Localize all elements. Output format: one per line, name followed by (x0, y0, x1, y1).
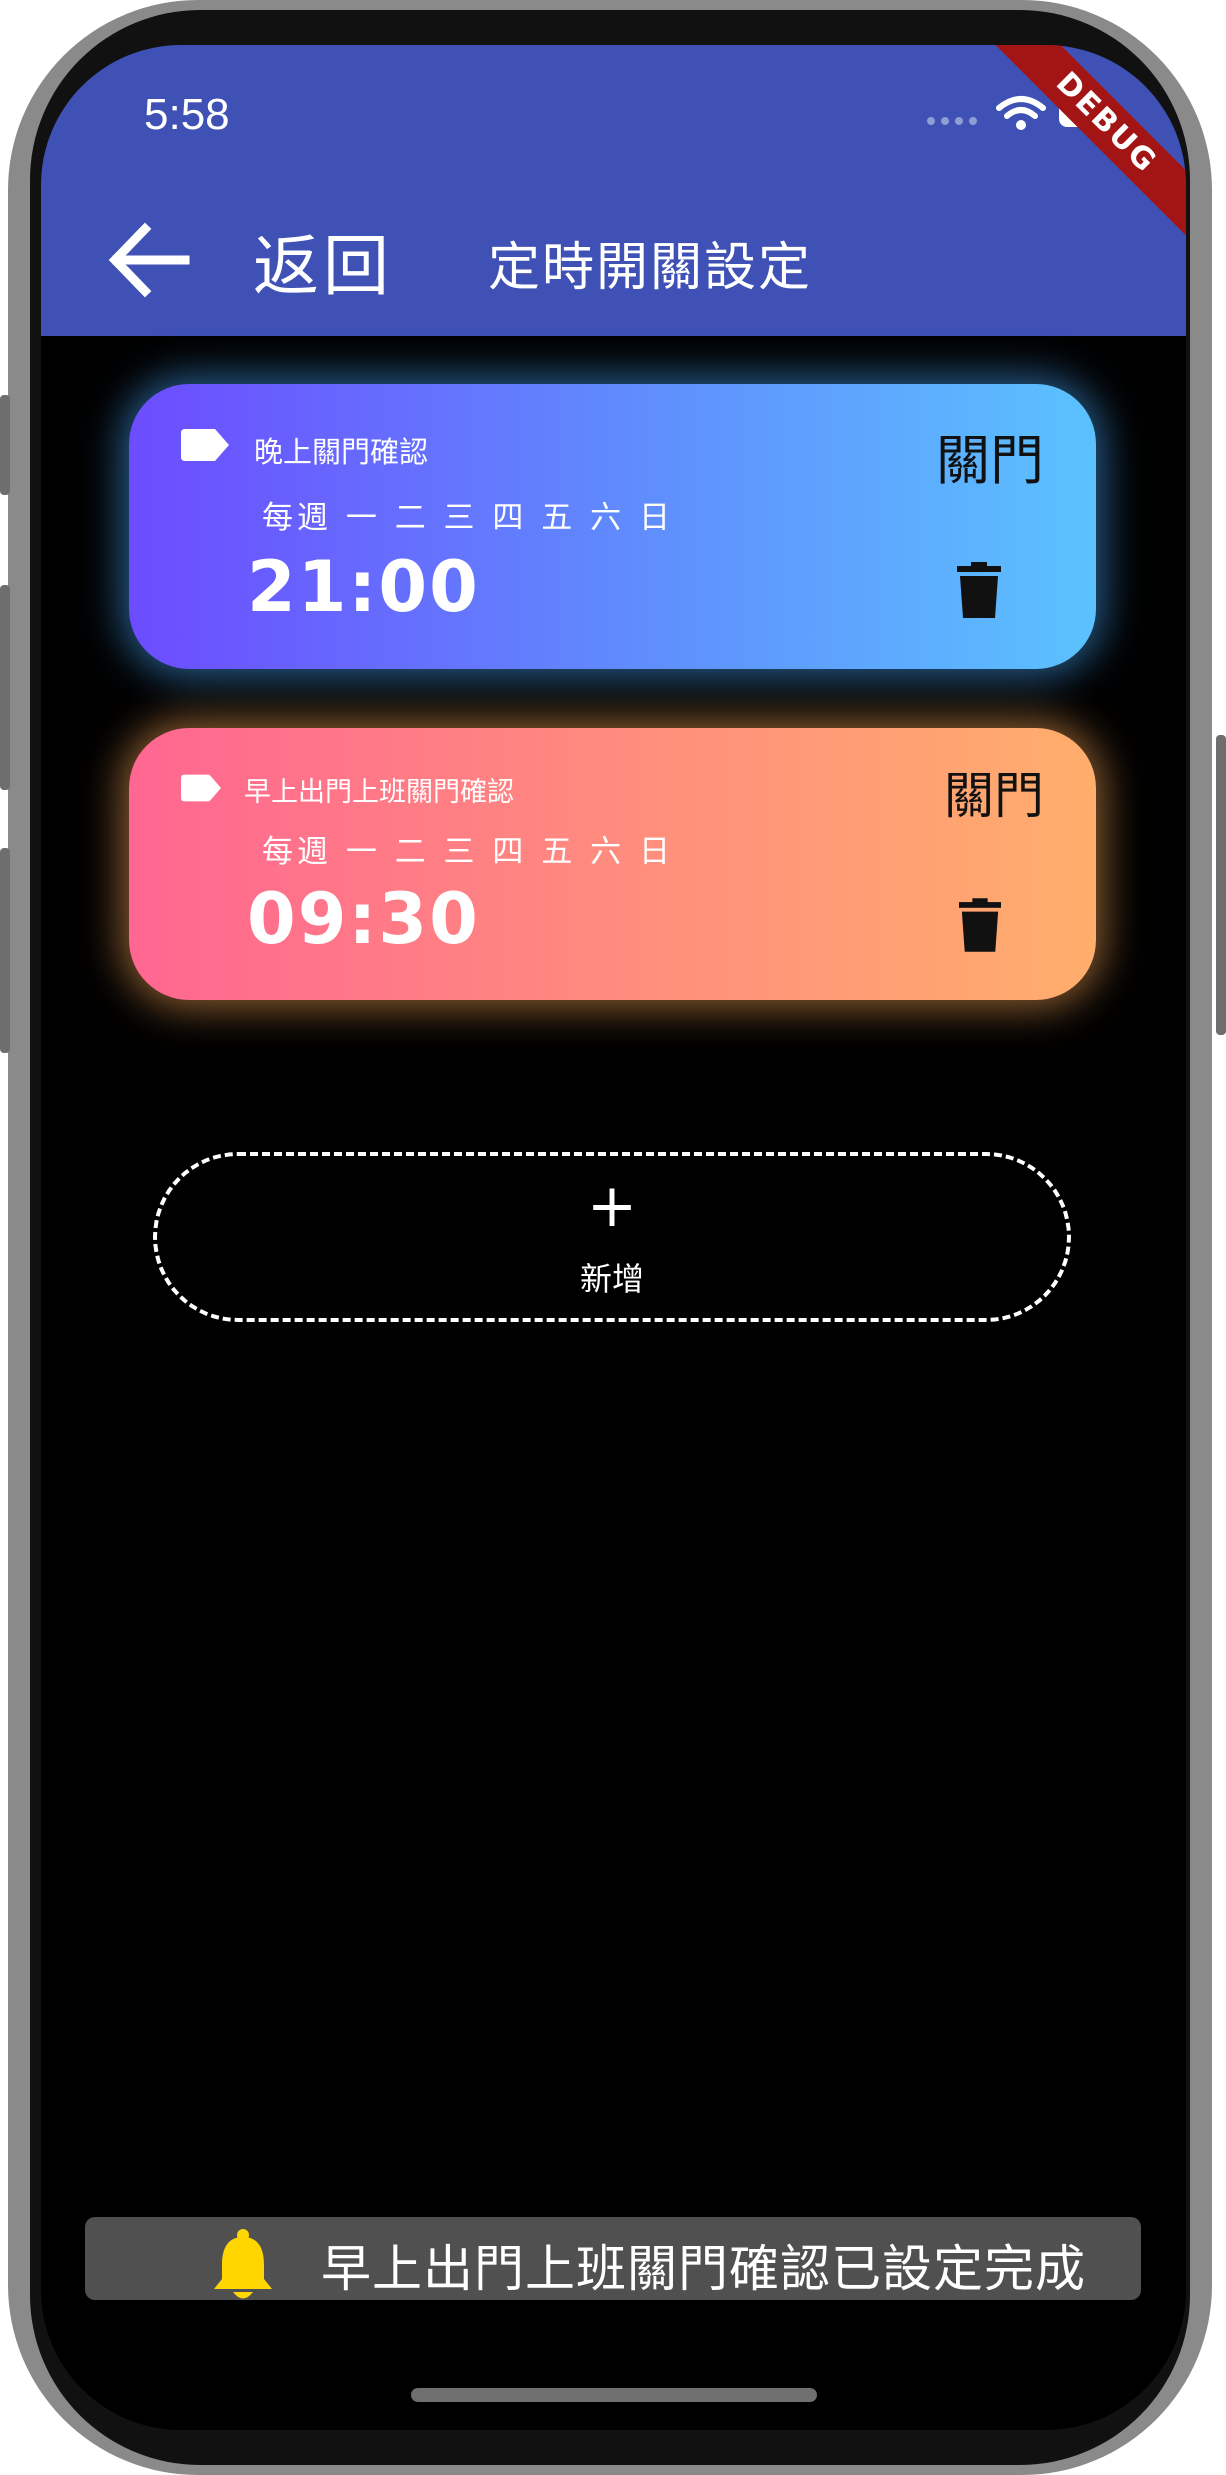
app-bar: 5:58 DEBUG 返回 定時開關設定 (41, 45, 1186, 336)
back-button[interactable]: 返回 (253, 213, 393, 309)
home-indicator[interactable] (411, 2388, 817, 2402)
schedule-time: 09:30 (247, 878, 480, 960)
phone-screen: 5:58 DEBUG 返回 定時開關設定 晚上關門確認 關門 每週 一 二 三 … (41, 45, 1186, 2430)
snackbar-message: 早上出門上班關門確認已設定完成 (321, 2240, 1086, 2298)
status-time: 5:58 (144, 90, 230, 139)
mute-switch (0, 395, 10, 495)
page-title: 定時開關設定 (488, 238, 813, 298)
signal-icon (927, 117, 977, 125)
add-schedule-button[interactable]: + 新增 (153, 1152, 1071, 1322)
label-tag-icon (181, 774, 221, 802)
plus-icon: + (586, 1171, 638, 1241)
delete-trash-icon[interactable] (957, 562, 1001, 618)
snackbar: 早上出門上班關門確認已設定完成 (85, 2217, 1141, 2300)
volume-down-button (0, 848, 10, 1053)
label-tag-icon (181, 429, 229, 461)
schedule-days: 每週 一 二 三 四 五 六 日 (262, 834, 674, 870)
schedule-action: 關門 (944, 767, 1044, 825)
schedule-action: 關門 (936, 429, 1044, 492)
debug-banner: DEBUG (962, 45, 1186, 267)
volume-up-button (0, 585, 10, 790)
schedule-card[interactable]: 早上出門上班關門確認 關門 每週 一 二 三 四 五 六 日 09:30 (129, 728, 1096, 1000)
schedule-label: 晚上關門確認 (254, 435, 429, 469)
schedule-card[interactable]: 晚上關門確認 關門 每週 一 二 三 四 五 六 日 21:00 (129, 384, 1096, 669)
wifi-icon (996, 96, 1046, 130)
schedule-label: 早上出門上班關門確認 (244, 777, 514, 808)
schedule-days: 每週 一 二 三 四 五 六 日 (262, 500, 674, 536)
delete-trash-icon[interactable] (959, 898, 1001, 952)
bell-icon (214, 2229, 272, 2299)
add-label: 新增 (579, 1260, 644, 1298)
back-arrow-icon[interactable] (103, 215, 193, 305)
power-button (1216, 735, 1226, 1035)
schedule-time: 21:00 (247, 546, 480, 628)
